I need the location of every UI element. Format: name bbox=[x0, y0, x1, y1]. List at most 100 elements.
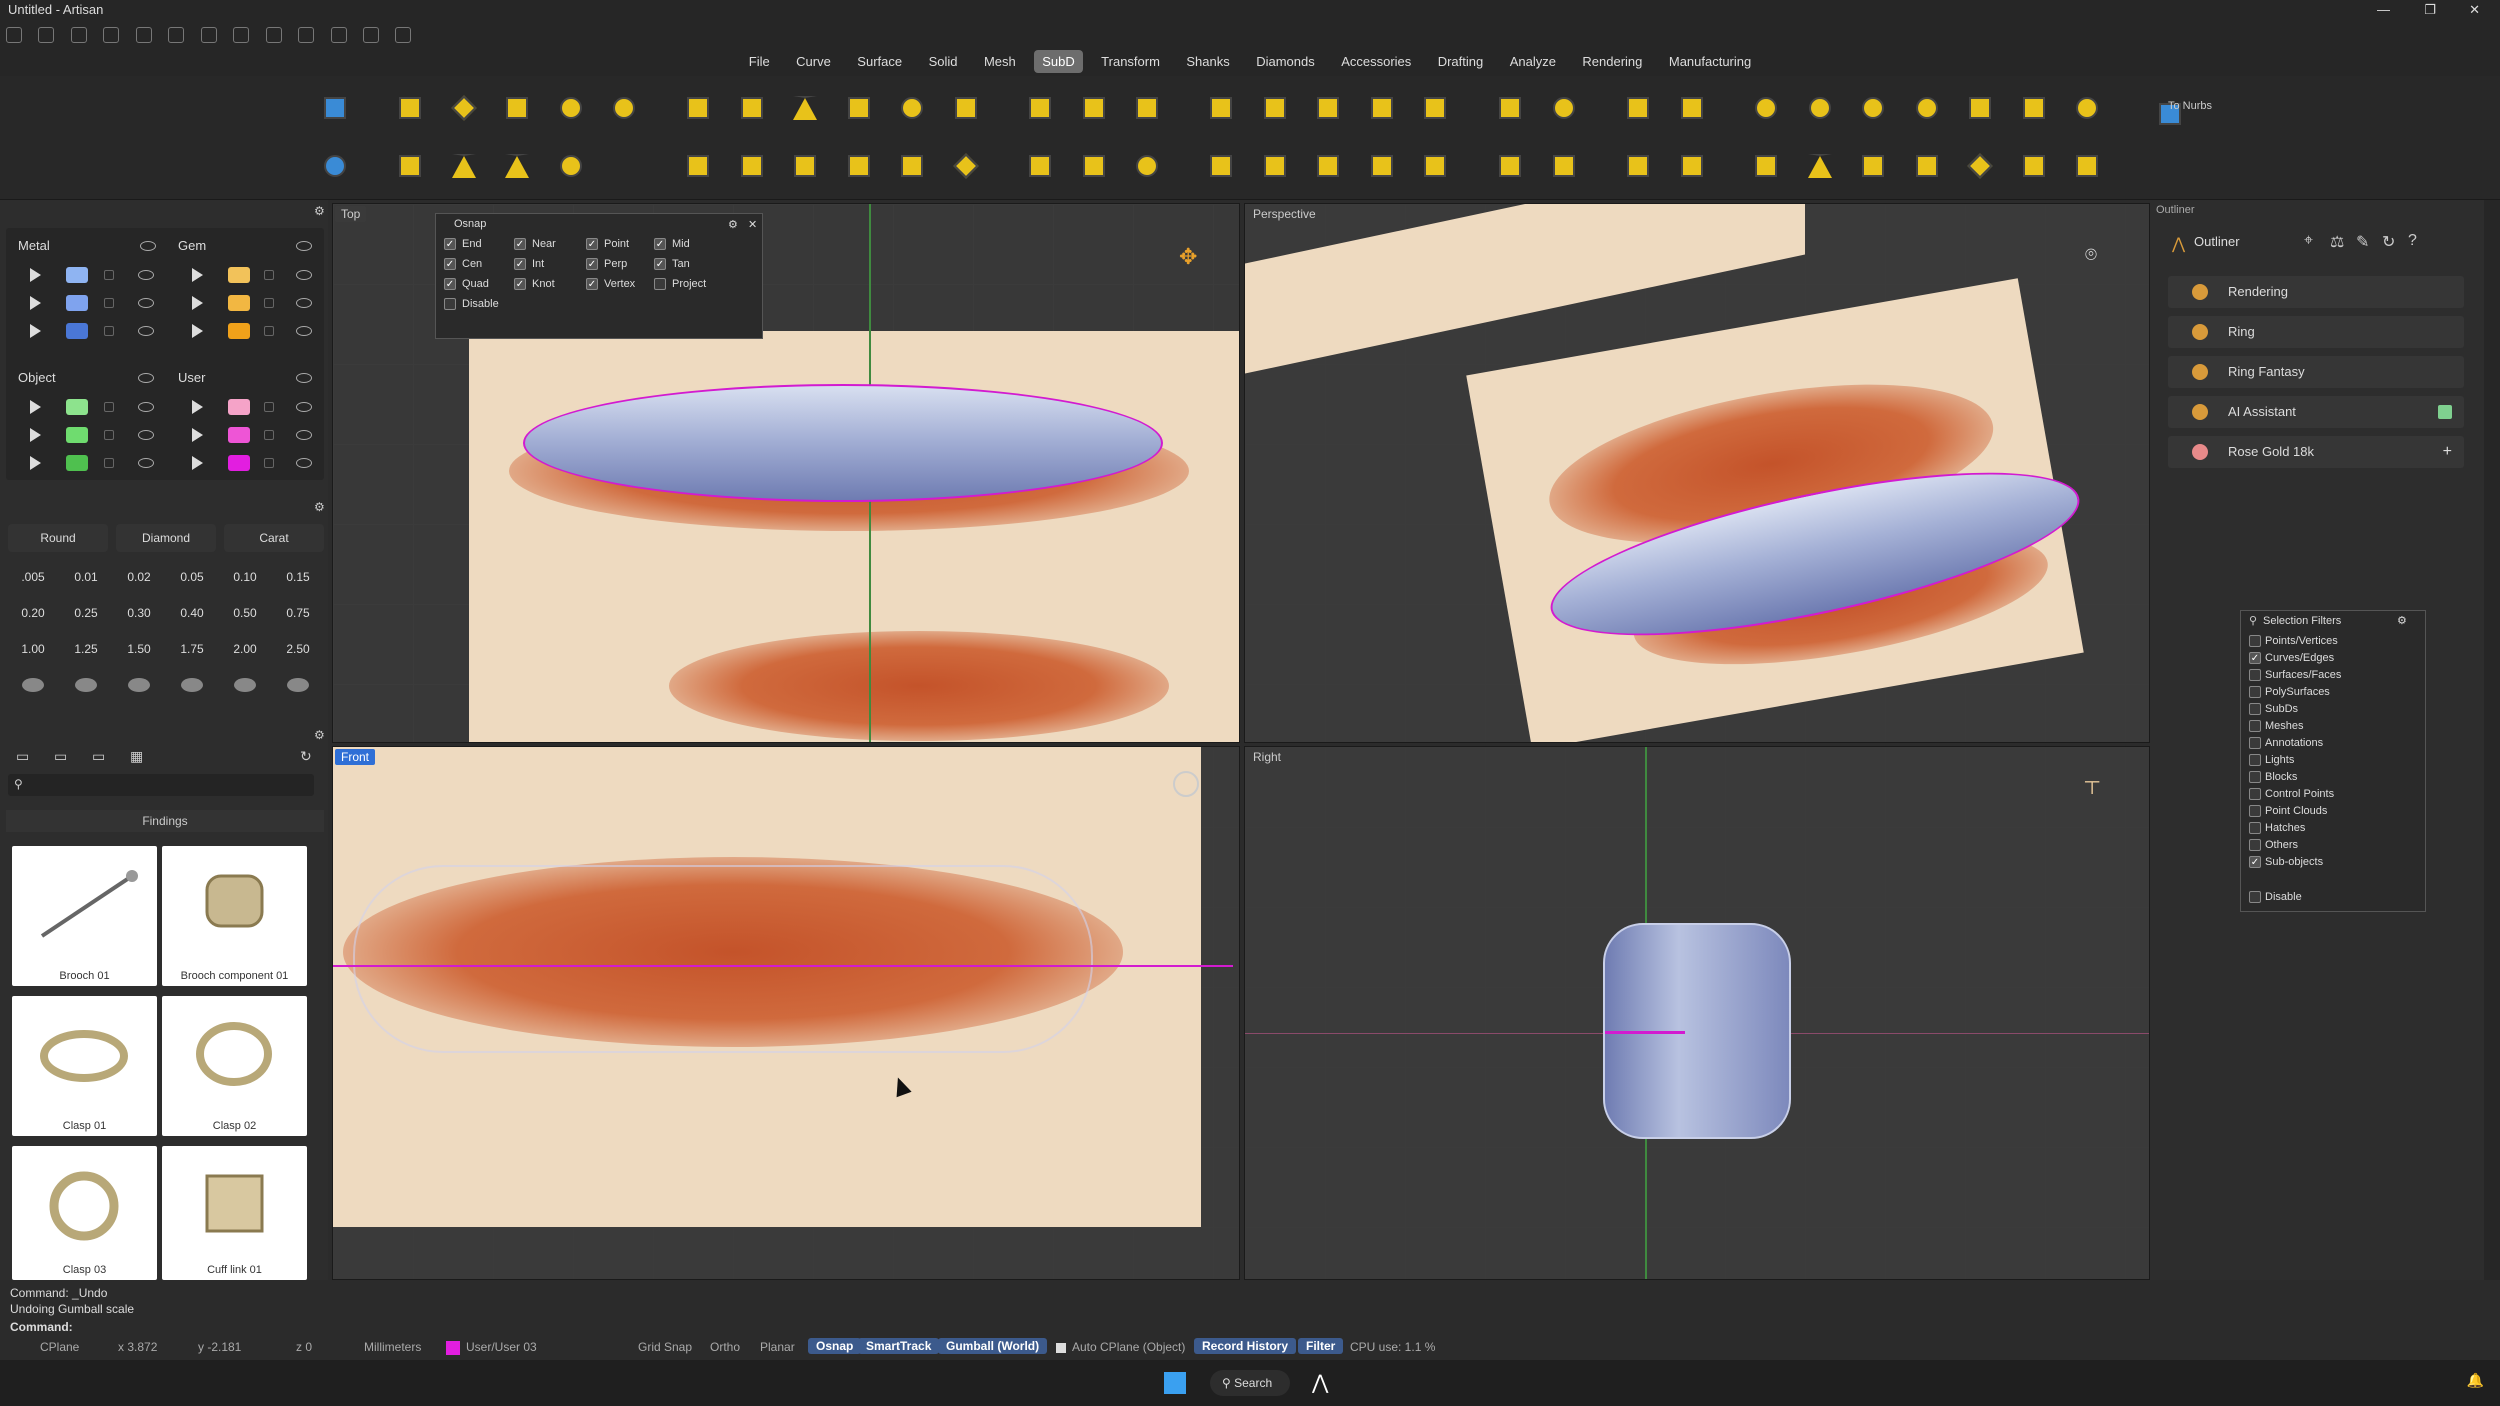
subd-star-icon[interactable] bbox=[946, 146, 986, 186]
finding-item[interactable]: Clasp 01 bbox=[12, 996, 157, 1136]
gem-size-cell[interactable]: 0.50 bbox=[220, 598, 270, 628]
selection-filter-checkbox[interactable] bbox=[2249, 703, 2261, 715]
viewport-perspective[interactable]: Perspective ⌾ bbox=[1244, 203, 2150, 743]
command-prompt[interactable]: Command: bbox=[10, 1320, 73, 1334]
outliner-item[interactable]: Rose Gold 18k + bbox=[2168, 436, 2464, 468]
selection-filter-checkbox[interactable]: ✓ bbox=[2249, 652, 2261, 664]
eye-icon[interactable] bbox=[296, 430, 312, 440]
gem-cut-icon[interactable] bbox=[234, 678, 256, 692]
play-icon[interactable] bbox=[192, 428, 203, 442]
viewport-front-tag[interactable]: Front bbox=[335, 749, 376, 765]
layer-object-color-1[interactable] bbox=[66, 399, 88, 415]
redo-icon[interactable] bbox=[168, 27, 185, 43]
menu-rendering[interactable]: Rendering bbox=[1574, 50, 1650, 73]
subd-pen-icon[interactable] bbox=[1960, 146, 2000, 186]
subd-torus-icon[interactable] bbox=[604, 88, 644, 128]
library-search-input[interactable]: ⚲ bbox=[8, 774, 314, 796]
play-icon[interactable] bbox=[30, 456, 41, 470]
grid-view-icon[interactable]: ▦ bbox=[130, 748, 143, 765]
selection-filter-checkbox[interactable] bbox=[2249, 635, 2261, 647]
status-filter-button[interactable]: Filter bbox=[1298, 1338, 1344, 1354]
subd-edge-loop-icon[interactable] bbox=[1201, 88, 1241, 128]
subd-tool-a-icon[interactable] bbox=[1960, 88, 2000, 128]
layer-user-color-2[interactable] bbox=[228, 427, 250, 443]
subd-match-icon[interactable] bbox=[1618, 88, 1658, 128]
artisan-app-icon[interactable]: ⋀ bbox=[1312, 1370, 1328, 1395]
selection-filter-checkbox[interactable] bbox=[2249, 754, 2261, 766]
close-icon[interactable]: ✕ bbox=[748, 218, 757, 231]
subd-smooth-icon[interactable] bbox=[1415, 88, 1455, 128]
gem-size-cell[interactable]: 0.01 bbox=[61, 562, 111, 592]
osnap-checkbox[interactable]: ✓ bbox=[654, 258, 666, 270]
subd-grid-icon[interactable] bbox=[1201, 146, 1241, 186]
subd-hex-solid-icon[interactable] bbox=[1907, 88, 1947, 128]
play-icon[interactable] bbox=[30, 268, 41, 282]
menu-accessories[interactable]: Accessories bbox=[1333, 50, 1419, 73]
lock-icon[interactable] bbox=[104, 430, 114, 440]
pick-icon[interactable]: ⌖ bbox=[2304, 232, 2313, 250]
status-units[interactable]: Millimeters bbox=[364, 1340, 421, 1354]
gem-size-cell[interactable]: 0.30 bbox=[114, 598, 164, 628]
subd-funnel-icon[interactable] bbox=[1800, 146, 1840, 186]
subd-ellipsoid-icon[interactable] bbox=[551, 146, 591, 186]
lock-icon[interactable] bbox=[104, 270, 114, 280]
gem-size-cell[interactable]: 0.05 bbox=[167, 562, 217, 592]
gem-cut-icon[interactable] bbox=[128, 678, 150, 692]
selection-filter-checkbox[interactable] bbox=[2249, 788, 2261, 800]
osnap-checkbox[interactable]: ✓ bbox=[514, 238, 526, 250]
layer-object-color-2[interactable] bbox=[66, 427, 88, 443]
eye-icon[interactable] bbox=[140, 241, 156, 251]
add-icon[interactable]: + bbox=[2443, 436, 2452, 468]
selection-filter-checkbox[interactable] bbox=[2249, 669, 2261, 681]
osnap-checkbox[interactable]: ✓ bbox=[654, 238, 666, 250]
finding-item[interactable]: Clasp 03 bbox=[12, 1146, 157, 1280]
subd-sphere-icon[interactable] bbox=[551, 88, 591, 128]
gem-size-cell[interactable]: 0.10 bbox=[220, 562, 270, 592]
viewport-perspective-tag[interactable]: Perspective bbox=[1247, 206, 1322, 222]
menu-transform[interactable]: Transform bbox=[1093, 50, 1168, 73]
subd-box-icon[interactable] bbox=[497, 88, 537, 128]
status-record-history-button[interactable]: Record History bbox=[1194, 1338, 1297, 1354]
viewport-front[interactable]: Front bbox=[332, 746, 1240, 1280]
play-icon[interactable] bbox=[192, 268, 203, 282]
subd-rail-revolve-icon[interactable] bbox=[678, 146, 718, 186]
minimize-icon[interactable]: — bbox=[2377, 0, 2390, 20]
menu-mesh[interactable]: Mesh bbox=[976, 50, 1024, 73]
gem-cut-icon[interactable] bbox=[22, 678, 44, 692]
layer-metal-color-2[interactable] bbox=[66, 295, 88, 311]
menu-diamonds[interactable]: Diamonds bbox=[1248, 50, 1323, 73]
subd-pipe-icon[interactable] bbox=[892, 88, 932, 128]
eye-icon[interactable] bbox=[138, 458, 154, 468]
finding-item[interactable]: Clasp 02 bbox=[162, 996, 307, 1136]
selection-filter-checkbox[interactable]: ✓ bbox=[2249, 856, 2261, 868]
settings-icon[interactable]: ⚙ bbox=[2397, 614, 2407, 627]
osnap-checkbox[interactable]: ✓ bbox=[444, 238, 456, 250]
zoom-icon[interactable] bbox=[362, 27, 379, 43]
subd-extrude-icon[interactable] bbox=[946, 88, 986, 128]
open-icon[interactable] bbox=[70, 27, 87, 43]
eye-icon[interactable] bbox=[138, 402, 154, 412]
lock-icon[interactable] bbox=[264, 270, 274, 280]
subd-solid-icon[interactable] bbox=[1308, 146, 1348, 186]
notifications-icon[interactable]: 🔔 bbox=[2467, 1372, 2484, 1389]
play-icon[interactable] bbox=[192, 400, 203, 414]
status-ortho[interactable]: Ortho bbox=[710, 1340, 740, 1354]
subd-weld-icon[interactable] bbox=[1362, 146, 1402, 186]
pan-icon[interactable] bbox=[298, 27, 315, 43]
play-icon[interactable] bbox=[30, 428, 41, 442]
outliner-item[interactable]: AI Assistant bbox=[2168, 396, 2464, 428]
status-cplane[interactable]: CPlane bbox=[40, 1340, 79, 1354]
layer-metal-color-1[interactable] bbox=[66, 267, 88, 283]
gem-size-cell[interactable]: 0.02 bbox=[114, 562, 164, 592]
subd-mesh-icon[interactable] bbox=[1255, 146, 1295, 186]
osnap-checkbox[interactable]: ✓ bbox=[514, 278, 526, 290]
subd-thicken-icon[interactable] bbox=[892, 146, 932, 186]
eye-icon[interactable] bbox=[138, 270, 154, 280]
subd-split-icon[interactable] bbox=[1020, 146, 1060, 186]
viewport-right-tag[interactable]: Right bbox=[1247, 749, 1288, 765]
status-layer[interactable]: User/User 03 bbox=[466, 1340, 537, 1354]
finding-item[interactable]: Brooch component 01 bbox=[162, 846, 307, 986]
subd-tool-b-icon[interactable] bbox=[2014, 88, 2054, 128]
subd-stitch-icon[interactable] bbox=[1490, 146, 1530, 186]
gem-size-cell[interactable]: .005 bbox=[8, 562, 58, 592]
